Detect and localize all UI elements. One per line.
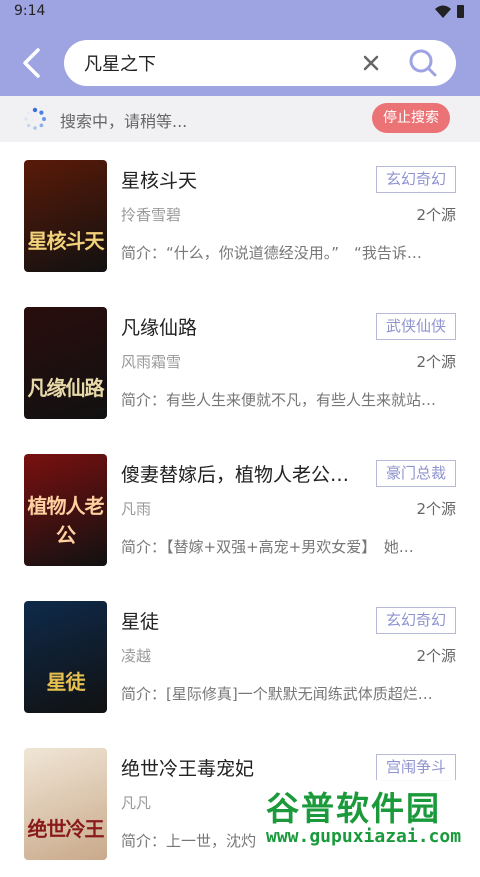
battery-icon [457, 5, 464, 18]
search-icon[interactable] [408, 48, 438, 78]
watermark-url: www.gupuxiazai.com [266, 826, 462, 847]
search-input[interactable] [84, 50, 344, 76]
book-intro: 简介：有些人生来便就不凡，有些人生来就站… [121, 391, 437, 409]
cover-title: 凡缘仙路 [27, 376, 105, 400]
book-author: 凌越 [121, 647, 152, 665]
book-title: 傻妻替嫁后，植物人老公… [121, 464, 350, 486]
genre-tag[interactable]: 武侠仙侠 [376, 313, 456, 340]
book-author: 拎香雪碧 [121, 206, 182, 224]
source-count: 2个源 [416, 206, 456, 224]
book-cover: 植物人老公 [24, 454, 107, 566]
genre-tag[interactable]: 豪门总裁 [376, 460, 456, 487]
book-title: 绝世冷王毒宠妃 [121, 758, 255, 780]
book-cover: 凡缘仙路 [24, 307, 107, 419]
cover-title: 植物人老公 [27, 494, 105, 547]
search-status-text: 搜索中，请稍等... [60, 112, 188, 131]
book-title: 星核斗天 [121, 170, 198, 192]
book-cover: 星核斗天 [24, 160, 107, 272]
cover-title: 星核斗天 [27, 229, 105, 253]
book-title: 星徒 [121, 611, 160, 633]
search-bar [64, 40, 456, 86]
status-time: 9:14 [14, 3, 46, 19]
search-progress-bar: 搜索中，请稍等... 停止搜索 [0, 96, 480, 142]
cover-title: 绝世冷王 [27, 817, 105, 841]
search-results-list: 星核斗天 星核斗天 玄幻奇幻 拎香雪碧 2个源 简介：“什么，你说道德经没用。”… [0, 142, 480, 877]
genre-tag[interactable]: 玄幻奇幻 [376, 607, 456, 634]
status-bar: 9:14 [0, 0, 480, 24]
genre-tag[interactable]: 宫闱争斗 [376, 754, 456, 781]
app-header: 9:14 [0, 0, 480, 96]
book-intro: 简介：[星际修真]一个默默无闻练武体质超烂… [121, 685, 433, 703]
site-watermark: 谷普软件园 www.gupuxiazai.com [262, 780, 474, 852]
loading-spinner-icon [24, 107, 46, 130]
book-title: 凡缘仙路 [121, 317, 198, 339]
cover-title: 星徒 [46, 670, 86, 694]
book-author: 风雨霜雪 [121, 353, 182, 371]
book-list-item[interactable]: 星徒 星徒 玄幻奇幻 凌越 2个源 简介：[星际修真]一个默默无闻练武体质超烂… [0, 583, 480, 730]
book-intro: 简介：“什么，你说道德经没用。” “我告诉… [121, 244, 422, 262]
book-author: 凡凡 [121, 794, 152, 812]
book-list-item[interactable]: 植物人老公 傻妻替嫁后，植物人老公… 豪门总裁 凡雨 2个源 简介：【替嫁+双强… [0, 436, 480, 583]
book-intro: 简介：【替嫁+双强+高宠+男欢女爱】 她… [121, 538, 414, 556]
book-author: 凡雨 [121, 500, 152, 518]
stop-search-button[interactable]: 停止搜索 [372, 103, 450, 133]
back-button[interactable] [18, 47, 46, 79]
wifi-icon [435, 5, 451, 18]
book-list-item[interactable]: 凡缘仙路 凡缘仙路 武侠仙侠 风雨霜雪 2个源 简介：有些人生来便就不凡，有些人… [0, 289, 480, 436]
book-cover: 绝世冷王 [24, 748, 107, 860]
source-count: 2个源 [416, 500, 456, 518]
source-count: 2个源 [416, 647, 456, 665]
source-count: 2个源 [416, 353, 456, 371]
genre-tag[interactable]: 玄幻奇幻 [376, 166, 456, 193]
book-list-item[interactable]: 星核斗天 星核斗天 玄幻奇幻 拎香雪碧 2个源 简介：“什么，你说道德经没用。”… [0, 142, 480, 289]
close-icon[interactable] [362, 54, 380, 72]
book-cover: 星徒 [24, 601, 107, 713]
watermark-logo-text: 谷普软件园 [266, 789, 441, 828]
